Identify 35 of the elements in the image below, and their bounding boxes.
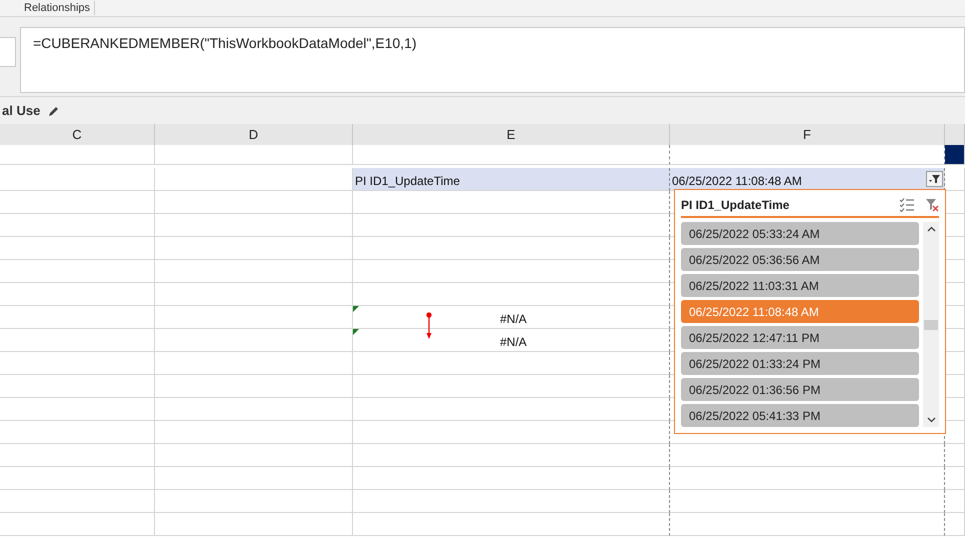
ribbon-tab[interactable]: Relationships <box>20 1 96 15</box>
column-header[interactable]: E <box>353 124 670 146</box>
grid-cell <box>945 490 965 513</box>
formula-field[interactable]: =CUBERANKEDMEMBER("ThisWorkbookDataModel",E10,1) <box>20 27 965 93</box>
slicer-item[interactable]: 06/25/2022 01:36:56 PM <box>681 378 919 401</box>
slicer-item[interactable]: 06/25/2022 01:33:24 PM <box>681 352 919 375</box>
column-header[interactable]: C <box>0 124 155 146</box>
column-header[interactable]: F <box>670 124 945 146</box>
slicer-item[interactable]: 06/25/2022 11:03:31 AM <box>681 274 919 297</box>
scroll-thumb[interactable] <box>924 320 938 330</box>
slicer-item[interactable]: 06/25/2022 05:36:56 AM <box>681 248 919 271</box>
slicer-title: PI ID1_UpdateTime <box>681 198 790 212</box>
clear-filter-icon[interactable] <box>925 198 939 212</box>
error-value: #N/A <box>500 312 527 326</box>
cell-text: PI ID1_UpdateTime <box>355 174 460 188</box>
error-value: #N/A <box>500 335 527 349</box>
multi-select-icon[interactable] <box>899 198 915 212</box>
pencil-icon[interactable] <box>48 104 60 116</box>
cell-text: 06/25/2022 11:08:48 AM <box>672 174 802 188</box>
sheet-label: al Use <box>2 103 40 118</box>
column-header[interactable] <box>945 124 965 146</box>
grid-cell <box>945 444 965 467</box>
filter-button[interactable] <box>926 171 943 187</box>
trace-arrow-icon <box>426 312 432 339</box>
grid-cell <box>945 467 965 490</box>
scrollbar[interactable] <box>923 222 939 427</box>
slicer-item[interactable]: 06/25/2022 05:41:33 PM <box>681 404 919 427</box>
selection-block <box>945 145 965 165</box>
scroll-down-icon[interactable] <box>926 417 936 423</box>
filter-icon <box>929 174 940 184</box>
slicer-item[interactable]: 06/25/2022 05:33:24 AM <box>681 222 919 245</box>
column-header[interactable]: D <box>155 124 353 146</box>
slicer-item[interactable]: 06/25/2022 12:47:11 PM <box>681 326 919 349</box>
grid-cell <box>945 513 965 536</box>
scroll-up-icon[interactable] <box>926 226 936 232</box>
